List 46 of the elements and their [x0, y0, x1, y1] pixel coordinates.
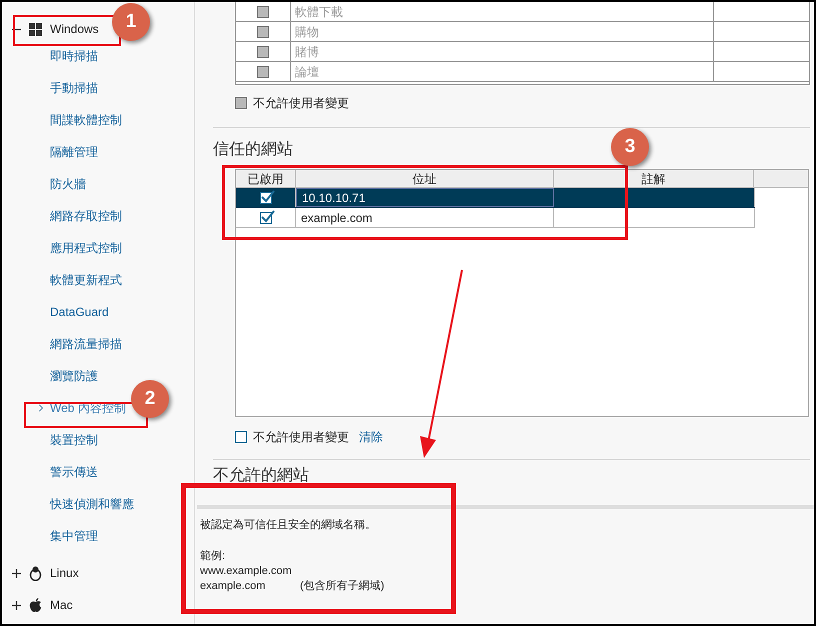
sidebar-item[interactable]: 裝置控制: [50, 431, 98, 449]
sidebar-item[interactable]: 防火牆: [50, 175, 86, 193]
table-cell-text: 軟體下載: [295, 4, 343, 20]
platform-label[interactable]: Windows: [50, 20, 99, 38]
apple-icon: [29, 598, 42, 612]
checkbox-label: 不允許使用者變更: [253, 95, 349, 112]
sidebar-item[interactable]: 手動掃描: [50, 79, 98, 97]
help-text: 被認定為可信任且安全的網域名稱。: [200, 518, 376, 533]
clear-link[interactable]: 清除: [359, 428, 383, 446]
sidebar-item[interactable]: DataGuard: [50, 303, 109, 321]
table-cell-text: 10.10.10.71: [302, 190, 366, 206]
example-label: 範例:: [200, 548, 226, 564]
table-row[interactable]: 10.10.10.71: [236, 188, 755, 208]
sidebar-item[interactable]: 瀏覽防護: [50, 367, 98, 385]
example-note: (包含所有子網域): [300, 579, 384, 594]
sidebar-item[interactable]: 間諜軟體控制: [50, 111, 122, 129]
windows-logo-icon: [29, 22, 42, 36]
step-number-badge: 3: [611, 128, 649, 166]
table-row[interactable]: example.com: [236, 208, 755, 228]
checkbox[interactable]: [235, 431, 247, 443]
expand-icon[interactable]: [12, 600, 21, 610]
sidebar-item[interactable]: 快速偵測和響應: [50, 495, 134, 513]
sidebar-item[interactable]: 網路流量掃描: [50, 335, 122, 353]
sidebar-item[interactable]: 軟體更新程式: [50, 271, 122, 289]
section-title: 不允許的網站: [213, 466, 309, 486]
table-cell-text: 賭博: [295, 44, 319, 60]
sidebar-item[interactable]: 應用程式控制: [50, 239, 122, 257]
penguin-icon: [29, 566, 42, 580]
sidebar-item[interactable]: 集中管理: [50, 527, 98, 545]
sidebar-item[interactable]: 警示傳送: [50, 463, 98, 481]
table-cell-text: 購物: [295, 24, 319, 40]
column-header[interactable]: 已啟用: [236, 170, 296, 187]
section-title: 信任的網站: [213, 140, 293, 160]
checkbox-label: 不允許使用者變更: [253, 429, 349, 446]
table-cell-text: 論壇: [295, 64, 319, 80]
example-domain: www.example.com: [200, 564, 293, 580]
expand-icon[interactable]: [12, 568, 21, 578]
sidebar-item[interactable]: 即時掃描: [50, 47, 98, 65]
platform-label[interactable]: Linux: [50, 564, 79, 582]
example-domain: example.com: [200, 579, 266, 594]
platform-label[interactable]: Mac: [50, 596, 73, 614]
column-header[interactable]: 註解: [554, 170, 754, 187]
table-cell-text: example.com: [301, 210, 372, 226]
sidebar-item[interactable]: 網路存取控制: [50, 207, 122, 225]
sidebar-item[interactable]: 隔離管理: [50, 143, 98, 161]
column-header[interactable]: 位址: [296, 170, 554, 187]
